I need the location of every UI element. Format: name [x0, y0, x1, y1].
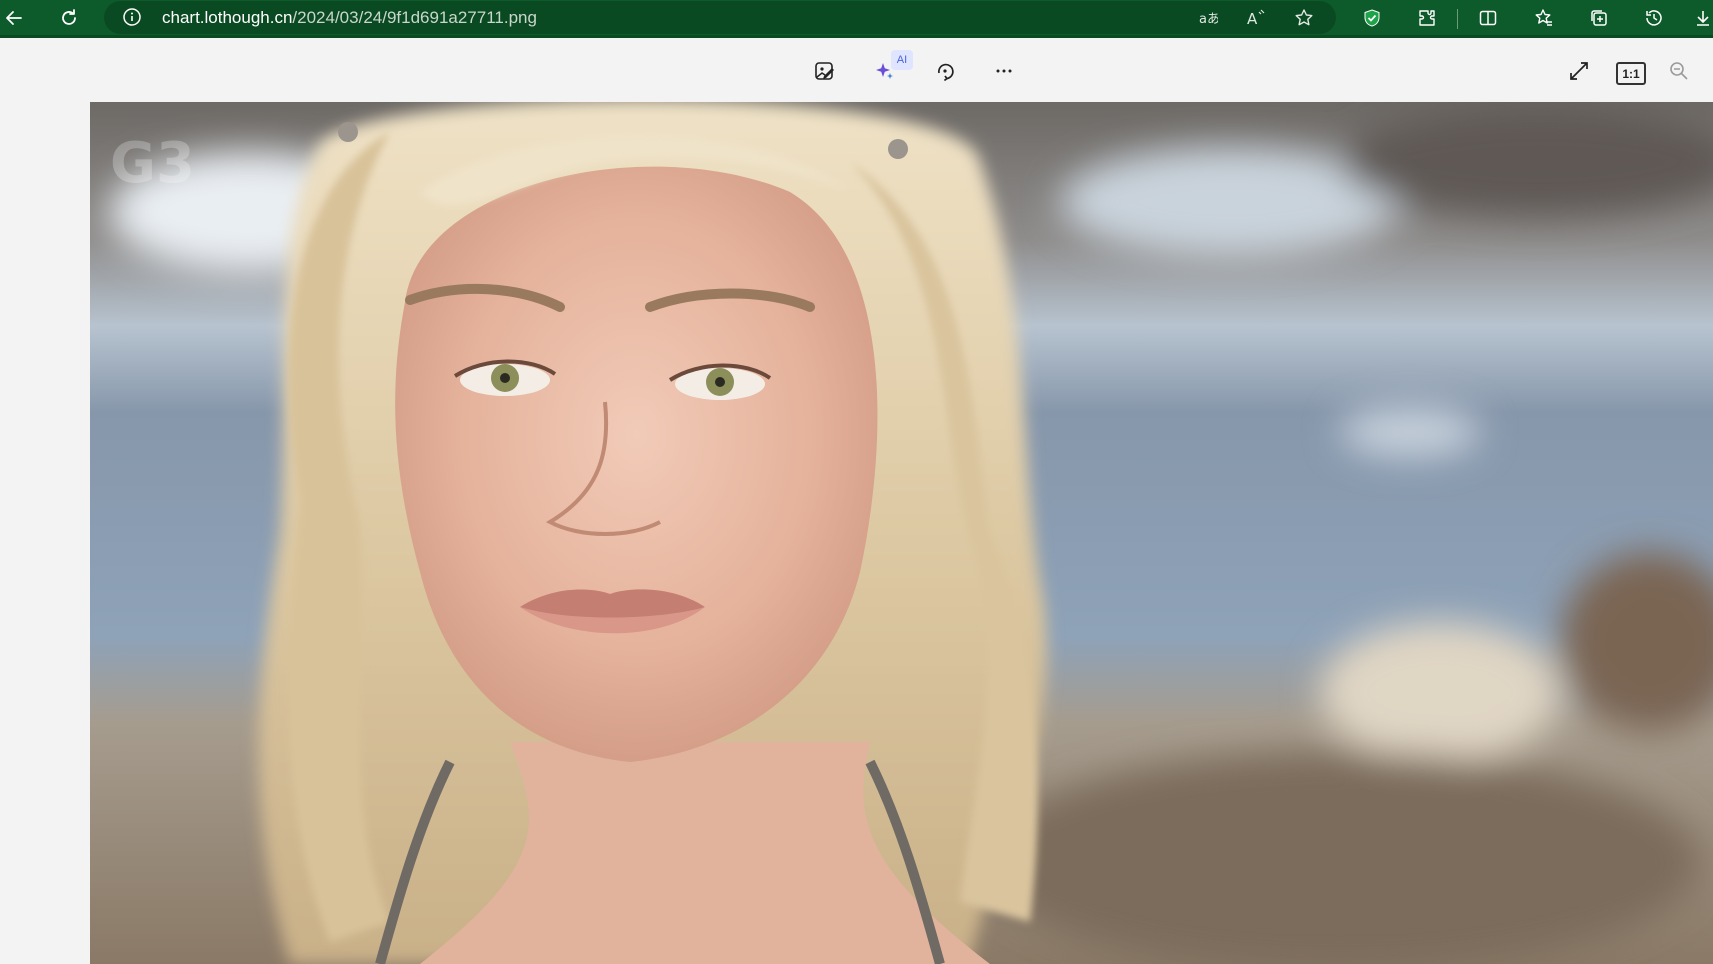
extensions-icon[interactable] — [1413, 4, 1441, 32]
url-path: /2024/03/24/9f1d691a27711.png — [292, 8, 537, 27]
shield-icon[interactable] — [1358, 4, 1386, 32]
url-host: chart.lothough.cn — [162, 8, 293, 27]
favorite-star-icon[interactable] — [1290, 4, 1318, 32]
info-icon[interactable] — [122, 7, 142, 27]
refresh-icon[interactable] — [55, 4, 83, 32]
read-aloud-icon[interactable]: A — [1242, 4, 1270, 32]
svg-text:aあ: aあ — [1199, 12, 1218, 27]
browser-toolbar: chart.lothough.cn/2024/03/24/9f1d691a277… — [0, 0, 1713, 38]
more-icon[interactable] — [987, 54, 1021, 88]
favorites-icon[interactable] — [1530, 4, 1558, 32]
edit-image-icon[interactable] — [808, 54, 842, 88]
image-viewer-toolbar — [0, 38, 1713, 102]
fullscreen-icon[interactable] — [1562, 54, 1596, 88]
collections-icon[interactable] — [1585, 4, 1613, 32]
rotate-icon[interactable] — [928, 54, 962, 88]
ai-badge: AI — [891, 50, 913, 70]
split-screen-icon[interactable] — [1474, 4, 1502, 32]
zoom-out-icon[interactable] — [1662, 54, 1696, 88]
displayed-image: G3 — [90, 102, 1713, 964]
toolbar-separator — [1457, 9, 1458, 29]
portrait-photo: G3 — [90, 102, 1713, 964]
actual-size-button[interactable]: 1:1 — [1616, 62, 1646, 85]
translate-icon[interactable]: aあ — [1194, 4, 1222, 32]
history-icon[interactable] — [1640, 4, 1668, 32]
watermark: G3 — [110, 131, 195, 196]
svg-text:A: A — [1247, 10, 1258, 28]
url-text[interactable]: chart.lothough.cn/2024/03/24/9f1d691a277… — [162, 8, 537, 28]
downloads-icon[interactable] — [1693, 4, 1713, 32]
back-arrow-icon[interactable] — [0, 4, 28, 32]
address-bar[interactable]: chart.lothough.cn/2024/03/24/9f1d691a277… — [104, 1, 1336, 34]
